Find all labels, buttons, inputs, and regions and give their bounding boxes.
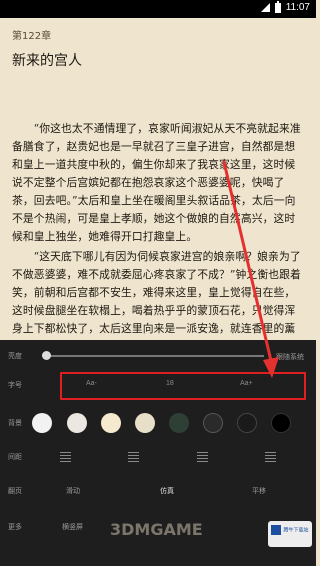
watermark-text: 3DMGAME xyxy=(110,520,203,539)
watermark-logo-text: 腾牛下载站 xyxy=(283,527,309,534)
watermark-logo-icon xyxy=(271,525,282,535)
annotation-arrow-line xyxy=(222,160,274,367)
annotation-arrow-head xyxy=(263,357,279,378)
annotation-arrow xyxy=(222,160,279,378)
watermark-logo: 腾牛下载站 xyxy=(268,521,312,547)
